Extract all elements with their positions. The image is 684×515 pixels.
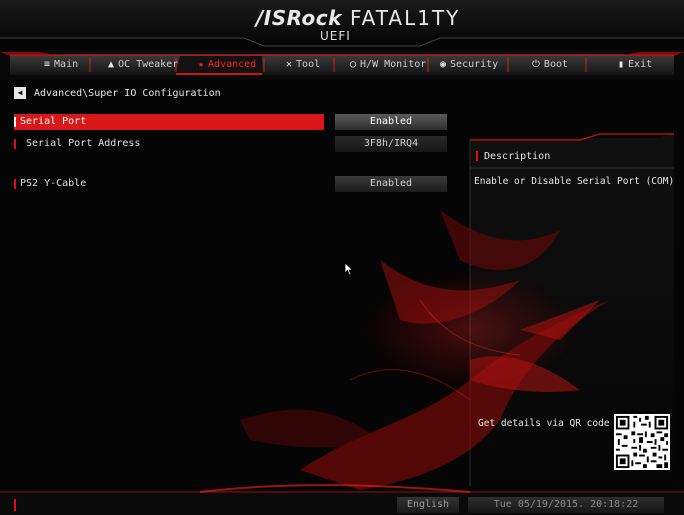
row-marker: [14, 117, 16, 127]
tab-label: Tool: [296, 59, 321, 70]
setting-label: Serial Port Address: [26, 138, 141, 149]
mouse-cursor-icon: [344, 262, 354, 276]
qr-label: Get details via QR code: [478, 418, 610, 429]
product-name: FATAL1TY: [349, 6, 461, 30]
setting-label: PS2 Y-Cable: [20, 178, 87, 189]
description-text: Enable or Disable Serial Port (COM): [474, 176, 675, 187]
tab-hw-monitor[interactable]: ◯ H/W Monitor: [350, 57, 426, 73]
brand-logo: /ISRock FATAL1TY: [256, 6, 460, 30]
row-marker: [14, 139, 16, 149]
exit-icon: ▮: [618, 59, 625, 70]
menu-icon: ≡: [44, 59, 51, 70]
breadcrumb: ◀ Advanced\Super IO Configuration: [14, 86, 221, 100]
main-tabs: ≡ Main ▲ OC Tweaker ★ Advanced ✕ Tool ◯ H/W M…: [14, 57, 674, 75]
power-icon: ⏻: [532, 59, 540, 70]
datetime-display: Tue 05/19/2015. 20:18:22: [468, 497, 664, 513]
qr-code[interactable]: [614, 414, 670, 470]
ps2-y-cable-value[interactable]: Enabled: [335, 176, 447, 192]
tab-label: Exit: [628, 59, 653, 70]
row-marker: [14, 179, 16, 189]
language-button[interactable]: English: [397, 497, 459, 513]
setting-row-serial-port-address[interactable]: Serial Port Address: [14, 136, 324, 152]
tab-boot[interactable]: ⏻ Boot: [532, 57, 568, 73]
tab-main[interactable]: ≡ Main: [44, 57, 78, 73]
breadcrumb-path: Advanced\Super IO Configuration: [34, 87, 221, 99]
tab-advanced[interactable]: ★ Advanced: [198, 57, 256, 73]
tab-exit[interactable]: ▮ Exit: [618, 57, 652, 73]
description-title: Description: [476, 151, 550, 162]
brand-name: /ISRock: [256, 6, 342, 30]
setting-row-serial-port[interactable]: Serial Port: [14, 114, 324, 130]
tab-security[interactable]: ◉ Security: [440, 57, 498, 73]
background-artwork: [0, 0, 684, 515]
tab-label: Main: [54, 59, 79, 70]
tab-label: Advanced: [208, 59, 257, 70]
tweaker-icon: ▲: [108, 59, 115, 70]
description-title-text: Description: [484, 151, 551, 162]
setting-label: Serial Port: [20, 116, 87, 127]
row-marker: [476, 151, 478, 161]
serial-port-address-value[interactable]: 3F8h/IRQ4: [335, 136, 447, 152]
tab-oc-tweaker[interactable]: ▲ OC Tweaker: [108, 57, 178, 73]
tab-label: Boot: [543, 59, 569, 70]
uefi-label: UEFI: [320, 29, 351, 43]
setting-row-ps2-y-cable[interactable]: PS2 Y-Cable: [14, 176, 324, 192]
tab-label: OC Tweaker: [118, 59, 179, 70]
header: /ISRock FATAL1TY UEFI: [0, 0, 684, 44]
tab-tool[interactable]: ✕ Tool: [286, 57, 320, 73]
tab-label: Security: [450, 59, 499, 70]
serial-port-value[interactable]: Enabled: [335, 114, 447, 130]
star-icon: ★: [198, 59, 205, 70]
back-arrow-icon[interactable]: ◀: [14, 87, 26, 99]
footer-marker: [14, 499, 16, 511]
shield-icon: ◉: [440, 59, 447, 70]
tab-label: H/W Monitor: [360, 59, 427, 70]
monitor-icon: ◯: [350, 59, 357, 70]
tool-icon: ✕: [286, 59, 293, 70]
